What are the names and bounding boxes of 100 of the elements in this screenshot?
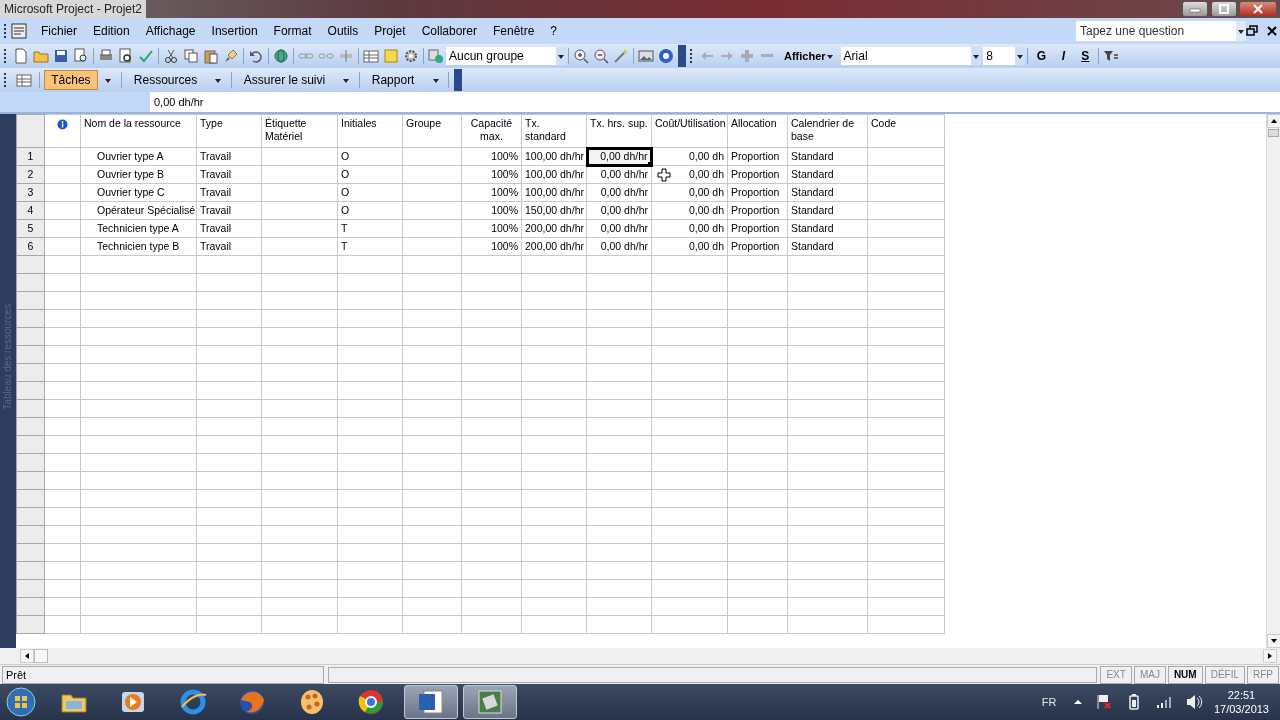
new-document-icon[interactable]	[13, 48, 29, 64]
table-cell[interactable]: Travail	[196, 165, 262, 184]
view-tab[interactable]: Ressources	[126, 70, 208, 90]
menu-item[interactable]: Outils	[319, 18, 367, 44]
save-icon[interactable]	[53, 48, 69, 64]
table-cell[interactable]: Standard	[787, 219, 868, 238]
table-cell[interactable]: 100%	[461, 237, 522, 256]
table-cell[interactable]: 0,00 dh/hr	[586, 237, 652, 256]
table-cell[interactable]: 0,00 dh	[651, 219, 728, 238]
table-cell[interactable]: Standard	[787, 201, 868, 220]
font-dropdown[interactable]: Arial	[840, 47, 981, 65]
table-cell[interactable]: 0,00 dh/hr	[586, 147, 652, 166]
menu-item[interactable]: Collaborer	[413, 18, 485, 44]
italic-button[interactable]: I	[1052, 47, 1075, 65]
gear-icon[interactable]	[403, 48, 419, 64]
dropdown-arrow-icon[interactable]	[431, 76, 440, 84]
table-cell[interactable]: 100%	[461, 165, 522, 184]
column-header[interactable]: Tx. hrs. sup.	[586, 114, 652, 148]
menu-item[interactable]: Format	[265, 18, 320, 44]
column-header[interactable]: Initiales	[337, 114, 403, 148]
restore-icon[interactable]	[1246, 25, 1258, 37]
table-cell[interactable]: O	[337, 147, 403, 166]
scroll-down-button[interactable]	[1267, 634, 1280, 648]
table-cell[interactable]: 0,00 dh	[651, 201, 728, 220]
dropdown-arrow-icon[interactable]	[825, 52, 834, 60]
column-header[interactable]: Nom de la ressource	[80, 114, 197, 148]
scroll-thumb[interactable]	[34, 649, 48, 663]
help-search-field[interactable]: Tapez une question	[1076, 21, 1236, 41]
table-cell[interactable]: 100,00 dh/hr	[521, 165, 587, 184]
table-cell[interactable]: Technicien type B	[80, 237, 197, 256]
copy-icon[interactable]	[183, 48, 199, 64]
wand-icon[interactable]	[613, 48, 629, 64]
column-header[interactable]: Groupe	[402, 114, 462, 148]
paste-icon[interactable]	[203, 48, 219, 64]
table-cell[interactable]: Ouvrier type C	[80, 183, 197, 202]
menu-item[interactable]: Projet	[366, 18, 414, 44]
undo-icon[interactable]	[248, 48, 264, 64]
table-cell[interactable]: Proportion	[727, 201, 788, 220]
speaker-icon[interactable]	[1184, 693, 1203, 711]
table-cell[interactable]: T	[337, 219, 403, 238]
table-cell[interactable]: 0,00 dh/hr	[586, 183, 652, 202]
font-size-dropdown[interactable]: 8	[983, 47, 1026, 65]
view-tab[interactable]: Tâches	[44, 70, 98, 90]
table-icon[interactable]	[363, 48, 379, 64]
dropdown-arrow-icon[interactable]	[1237, 27, 1245, 35]
dropdown-arrow-icon[interactable]	[342, 76, 351, 84]
column-header[interactable]: Type	[196, 114, 262, 148]
taskbar-button[interactable]	[403, 685, 458, 719]
table-cell[interactable]: O	[337, 183, 403, 202]
close-button[interactable]	[1239, 1, 1278, 17]
scroll-up-button[interactable]	[1267, 114, 1280, 128]
table-cell[interactable]: 150,00 dh/hr	[521, 201, 587, 220]
dropdown-arrow-icon[interactable]	[971, 52, 980, 60]
globe-icon[interactable]	[273, 48, 289, 64]
table-cell[interactable]: Technicien type A	[80, 219, 197, 238]
table-cell[interactable]: Proportion	[727, 237, 788, 256]
table-cell[interactable]: 0,00 dh/hr	[586, 201, 652, 220]
table-cell[interactable]: 100,00 dh/hr	[521, 183, 587, 202]
table-cell[interactable]: 200,00 dh/hr	[521, 237, 587, 256]
table-cell[interactable]: Proportion	[727, 183, 788, 202]
language-indicator[interactable]: FR	[1041, 693, 1057, 711]
scroll-right-button[interactable]	[1263, 649, 1278, 663]
table-cell[interactable]: 100%	[461, 147, 522, 166]
menu-item[interactable]: Edition	[85, 18, 138, 44]
table-cell[interactable]: Proportion	[727, 219, 788, 238]
column-header[interactable]: Allocation	[727, 114, 788, 148]
table-cell[interactable]: Travail	[196, 147, 262, 166]
underline-button[interactable]: S	[1074, 47, 1097, 65]
column-header[interactable]: Calendrier de base	[787, 114, 868, 148]
column-header[interactable]: Tx. standard	[521, 114, 587, 148]
entry-field[interactable]: 0,00 dh/hr	[150, 92, 1280, 112]
table-cell[interactable]: Opérateur Spécialisé	[80, 201, 197, 220]
table-cell[interactable]: 100%	[461, 183, 522, 202]
close-icon[interactable]	[1266, 25, 1278, 37]
dropdown-arrow-icon[interactable]	[1016, 52, 1025, 60]
table-cell[interactable]: Standard	[787, 165, 868, 184]
table-cell[interactable]: Travail	[196, 183, 262, 202]
menu-item[interactable]: Affichage	[137, 18, 204, 44]
page-search-icon[interactable]	[73, 48, 89, 64]
cut-icon[interactable]	[163, 48, 179, 64]
table-cell[interactable]: T	[337, 237, 403, 256]
maximize-button[interactable]	[1210, 1, 1237, 17]
scroll-thumb[interactable]	[1268, 129, 1279, 137]
table-cell[interactable]: Proportion	[727, 147, 788, 166]
brush-icon[interactable]	[223, 48, 239, 64]
spell-check-icon[interactable]	[138, 48, 154, 64]
flag-icon[interactable]	[1094, 693, 1113, 711]
column-header[interactable]: Coût/Utilisation	[651, 114, 728, 148]
table-cell[interactable]: Standard	[787, 183, 868, 202]
image-icon[interactable]	[638, 48, 654, 64]
filter-icon[interactable]	[1103, 48, 1120, 64]
dropdown-arrow-icon[interactable]	[557, 52, 565, 60]
table-cell[interactable]: Proportion	[727, 165, 788, 184]
table-cell[interactable]: 0,00 dh	[651, 147, 728, 166]
table-cell[interactable]: Ouvrier type A	[80, 147, 197, 166]
show-hidden-icon[interactable]	[1072, 697, 1083, 707]
table-cell[interactable]: O	[337, 201, 403, 220]
table-cell[interactable]: Travail	[196, 201, 262, 220]
column-header[interactable]: Étiquette Matériel	[261, 114, 338, 148]
app-icon[interactable]	[11, 23, 27, 39]
